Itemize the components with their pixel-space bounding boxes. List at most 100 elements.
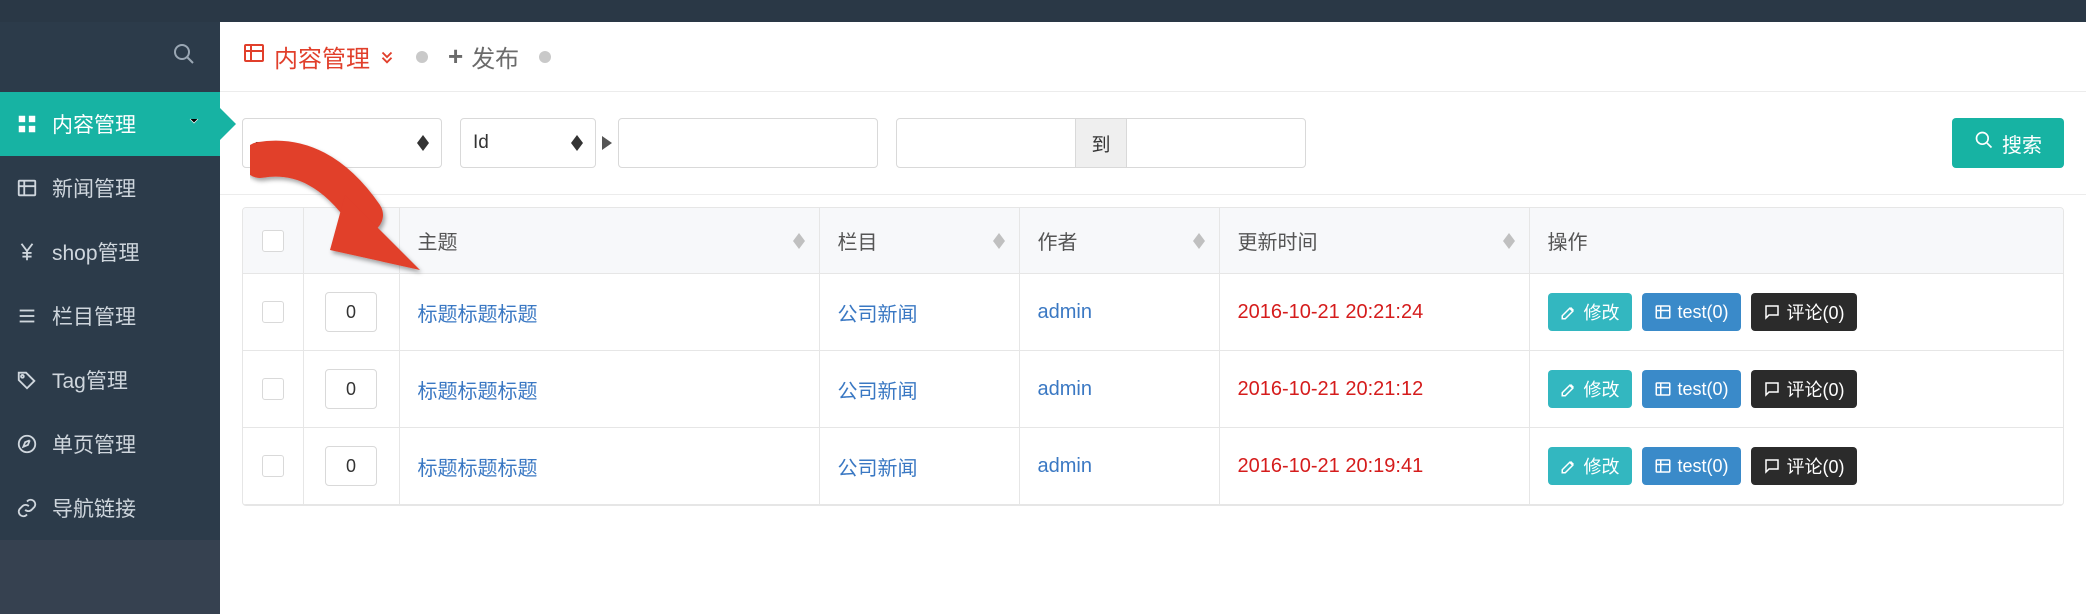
category-link[interactable]: 公司新闻 [838,381,918,403]
subject-link[interactable]: 标题标题标题 [418,381,538,403]
row-checkbox[interactable] [262,378,284,400]
sidebar-item-label: 内容管理 [52,109,136,139]
table-row: 0 标题标题标题 公司新闻 admin 2016-10-21 20:21:24 … [243,274,2063,351]
row-actions: 修改 test(0) 评论(0) [1548,370,2046,408]
category-link[interactable]: 公司新闻 [838,458,918,480]
date-start-input[interactable] [896,118,1076,168]
sidebar-item-label: 导航链接 [52,493,136,523]
sidebar-item-label: Tag管理 [52,365,128,395]
grid-icon [16,113,38,135]
tab-content-manage[interactable]: 内容管理 [242,39,396,74]
sidebar-item-label: 新闻管理 [52,173,136,203]
date-end-input[interactable] [1126,118,1306,168]
header-author[interactable]: 作者 [1019,208,1219,274]
field-select[interactable]: Id [460,118,596,168]
order-badge[interactable]: 0 [325,369,377,409]
header-actions: 操作 [1529,208,2063,274]
test-button[interactable]: test(0) [1642,370,1741,408]
order-badge[interactable]: 0 [325,292,377,332]
row-checkbox[interactable] [262,455,284,477]
triangle-right-icon [602,136,612,150]
comment-button[interactable]: 评论(0) [1751,447,1857,485]
sort-icon [373,233,385,249]
button-label: 搜索 [2002,129,2042,158]
sidebar-item-label: 栏目管理 [52,301,136,331]
sidebar-item-shop[interactable]: shop管理 [0,220,220,284]
data-table: 主题 栏目 [242,207,2064,506]
sidebar: 内容管理 新闻管理 shop管理 [0,22,220,614]
content-area: 内容管理 + 发布 -- [220,22,2086,614]
tab-publish[interactable]: + 发布 [448,39,519,74]
test-button[interactable]: test(0) [1642,447,1741,485]
row-checkbox[interactable] [262,301,284,323]
header-subject[interactable]: 主题 [399,208,819,274]
table-row: 0 标题标题标题 公司新闻 admin 2016-10-21 20:21:12 … [243,351,2063,428]
search-button[interactable]: 搜索 [1952,118,2064,168]
tab-separator-dot [416,51,428,63]
row-actions: 修改 test(0) 评论(0) [1548,447,2046,485]
sidebar-item-news[interactable]: 新闻管理 [0,156,220,220]
top-nav-bar [0,0,2086,22]
author-link[interactable]: admin [1038,301,1092,323]
tab-row: 内容管理 + 发布 [220,22,2086,92]
header-category[interactable]: 栏目 [819,208,1019,274]
tab-separator-dot [539,51,551,63]
list-icon [16,305,38,327]
date-between-label: 到 [1076,118,1126,168]
sort-icon [1503,233,1515,249]
double-chevron-down-icon [378,48,396,66]
tab-label: 发布 [471,39,519,74]
sidebar-item-tag[interactable]: Tag管理 [0,348,220,412]
updated-time: 2016-10-21 20:21:24 [1238,301,1424,323]
select-value: Id [473,132,489,154]
author-link[interactable]: admin [1038,378,1092,400]
header-order[interactable] [303,208,399,274]
comment-button[interactable]: 评论(0) [1751,370,1857,408]
sidebar-item-page[interactable]: 单页管理 [0,412,220,476]
subject-link[interactable]: 标题标题标题 [418,304,538,326]
tab-label: 内容管理 [274,39,370,74]
updated-time: 2016-10-21 20:19:41 [1238,455,1424,477]
select-arrows-icon [417,135,429,151]
table-icon [16,177,38,199]
subject-link[interactable]: 标题标题标题 [418,458,538,480]
select-value: -- [255,132,268,154]
edit-button[interactable]: 修改 [1548,293,1632,331]
edit-button[interactable]: 修改 [1548,447,1632,485]
checkbox-all[interactable] [262,230,284,252]
filter-row: -- Id [220,92,2086,195]
search-icon [1974,130,1994,156]
sidebar-search-row [0,22,220,92]
edit-button[interactable]: 修改 [1548,370,1632,408]
plus-icon: + [448,41,463,72]
keyword-input[interactable] [618,118,878,168]
compass-icon [16,433,38,455]
test-button[interactable]: test(0) [1642,293,1741,331]
link-icon [16,497,38,519]
sort-icon [793,233,805,249]
tag-icon [16,369,38,391]
header-checkbox [243,208,303,274]
select-arrows-icon [571,135,583,151]
updated-time: 2016-10-21 20:21:12 [1238,378,1424,400]
header-updated[interactable]: 更新时间 [1219,208,1529,274]
table-header-row: 主题 栏目 [243,208,2063,274]
comment-button[interactable]: 评论(0) [1751,293,1857,331]
sort-icon [993,233,1005,249]
sidebar-item-nav-link[interactable]: 导航链接 [0,476,220,540]
chevron-down-icon [186,113,202,135]
table-row: 0 标题标题标题 公司新闻 admin 2016-10-21 20:19:41 … [243,428,2063,505]
search-icon[interactable] [172,42,196,72]
category-select[interactable]: -- [242,118,442,168]
sidebar-item-content-manage[interactable]: 内容管理 [0,92,220,156]
sidebar-item-label: 单页管理 [52,429,136,459]
sidebar-item-label: shop管理 [52,237,140,267]
sort-icon [1193,233,1205,249]
table-icon [242,41,266,72]
sidebar-item-column[interactable]: 栏目管理 [0,284,220,348]
author-link[interactable]: admin [1038,455,1092,477]
row-actions: 修改 test(0) 评论(0) [1548,293,2046,331]
yen-icon [16,241,38,263]
order-badge[interactable]: 0 [325,446,377,486]
category-link[interactable]: 公司新闻 [838,304,918,326]
